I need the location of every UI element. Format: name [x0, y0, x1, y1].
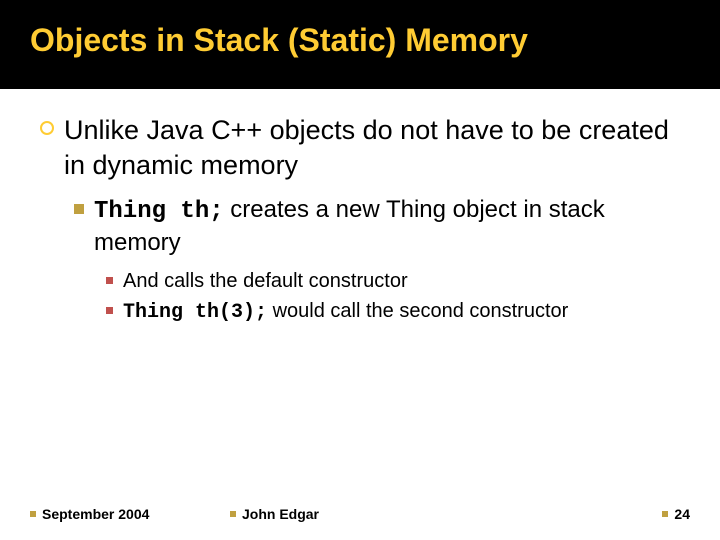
dash-icon: [230, 511, 236, 517]
footer-author: John Edgar: [242, 506, 319, 522]
square-bullet-icon: [106, 277, 113, 284]
bullet-level2: Thing th; creates a new Thing object in …: [74, 194, 690, 258]
bullet-rest: would call the second constructor: [267, 300, 568, 322]
code-snippet: Thing th;: [94, 198, 224, 225]
footer-date-block: September 2004: [30, 506, 230, 522]
code-snippet: Thing th(3);: [123, 301, 267, 324]
bullet-text: Thing th; creates a new Thing object in …: [94, 194, 690, 258]
dash-icon: [662, 511, 668, 517]
slide-title: Objects in Stack (Static) Memory: [30, 22, 690, 59]
bullet-level1: Unlike Java C++ objects do not have to b…: [40, 113, 690, 182]
bullet-text: Unlike Java C++ objects do not have to b…: [64, 113, 690, 182]
footer-date: September 2004: [42, 506, 149, 522]
bullet-level3: And calls the default constructor: [106, 268, 690, 294]
footer-author-block: John Edgar: [230, 506, 662, 522]
dash-icon: [30, 511, 36, 517]
square-bullet-icon: [106, 307, 113, 314]
slide-content: Unlike Java C++ objects do not have to b…: [0, 89, 720, 326]
bullet-level3: Thing th(3); would call the second const…: [106, 298, 690, 326]
bullet-text: Thing th(3); would call the second const…: [123, 298, 568, 326]
slide-footer: September 2004 John Edgar 24: [0, 506, 720, 522]
footer-page-block: 24: [662, 506, 690, 522]
bullet-text: And calls the default constructor: [123, 268, 408, 294]
square-bullet-icon: [74, 204, 84, 214]
title-bar: Objects in Stack (Static) Memory: [0, 0, 720, 89]
circle-bullet-icon: [40, 121, 54, 135]
footer-page: 24: [674, 506, 690, 522]
